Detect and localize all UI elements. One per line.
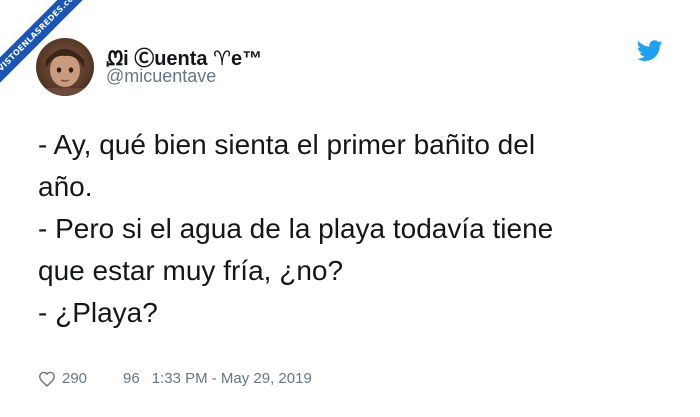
tweet-footer: 290 96 1:33 PM - May 29, 2019 (38, 370, 312, 387)
timestamp[interactable]: 1:33 PM - May 29, 2019 (152, 370, 312, 387)
heart-icon[interactable] (38, 371, 56, 387)
twitter-bird-icon[interactable] (637, 40, 663, 62)
tweet-line: - Pero si el agua de la playa todavía ti… (38, 213, 554, 244)
author-handle[interactable]: @micuentave (106, 66, 216, 87)
secondary-count: 96 (123, 370, 140, 387)
tweet-line: que estar muy fría, ¿no? (38, 255, 344, 286)
tweet-line: año. (38, 171, 93, 202)
tweet-line: - Ay, qué bien sienta el primer bañito d… (38, 129, 536, 160)
avatar[interactable] (36, 38, 94, 96)
tweet-card: VISTOENLASREDES.com ᘻi Ⓒuenta ♈e™ @micue… (0, 0, 700, 417)
avatar-photo (44, 49, 86, 96)
tweet-text: - Ay, qué bien sienta el primer bañito d… (38, 124, 678, 334)
like-count: 290 (62, 370, 88, 387)
tweet-line: - ¿Playa? (38, 297, 158, 328)
